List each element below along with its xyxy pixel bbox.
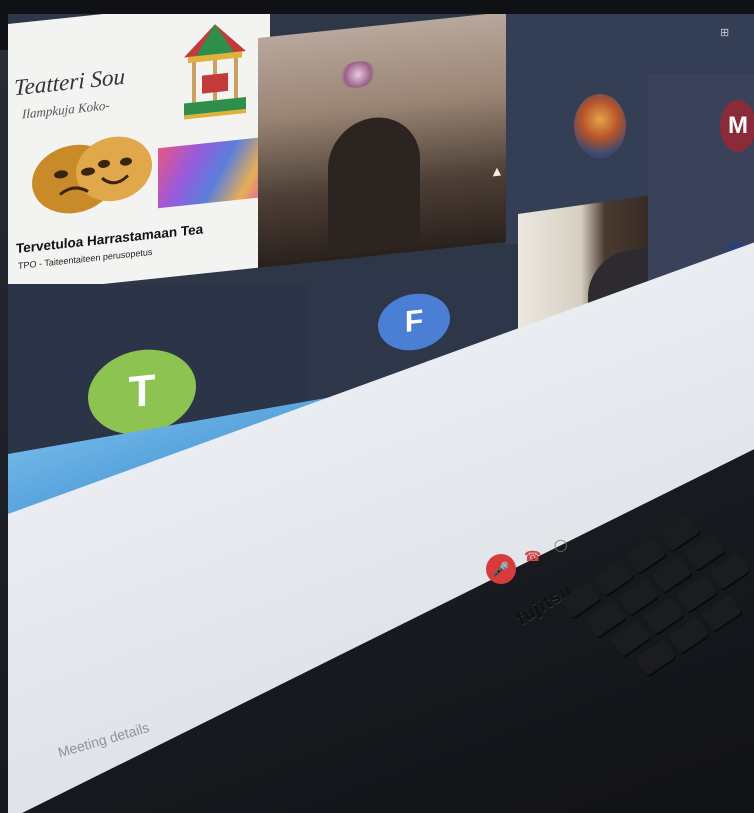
presentation-title: Teatteri Sou [14, 63, 125, 101]
theatre-masks-icon [32, 136, 152, 214]
avatar [574, 94, 626, 158]
ceiling-lamp [338, 59, 378, 90]
keyboard-key [668, 616, 709, 654]
camera-button[interactable]: ◯ [554, 538, 567, 552]
keyboard-key [709, 552, 751, 590]
presentation-tile[interactable]: Teatteri Sou Ilampkuja Koko- Tervetuloa … [8, 14, 270, 295]
photo-scene: Teatteri Sou Ilampkuja Koko- Tervetuloa … [0, 0, 754, 813]
mouse-cursor-icon: ▲ [490, 162, 504, 180]
confetti-graphic [158, 136, 268, 209]
participant-video-room[interactable]: ▲ [258, 14, 506, 269]
top-toolbar: ⊞ [720, 26, 735, 39]
carousel-icon [184, 24, 246, 120]
phone-hangup-icon: ☎ [524, 548, 542, 564]
camera-icon: ◯ [554, 538, 568, 552]
mic-off-icon: 🎤 [492, 560, 510, 577]
hangup-button[interactable]: ☎ [524, 548, 541, 565]
grid-icon[interactable]: ⊞ [720, 27, 735, 39]
keyboard-key [635, 638, 676, 677]
avatar-initial-m[interactable]: M [720, 100, 754, 152]
presentation-subtitle: Ilampkuja Koko- [22, 97, 110, 122]
mic-off-button[interactable]: 🎤 [486, 554, 516, 584]
avatar-initial-f: F [378, 290, 450, 354]
participant-silhouette [328, 112, 420, 253]
keyboard-key [701, 594, 743, 632]
